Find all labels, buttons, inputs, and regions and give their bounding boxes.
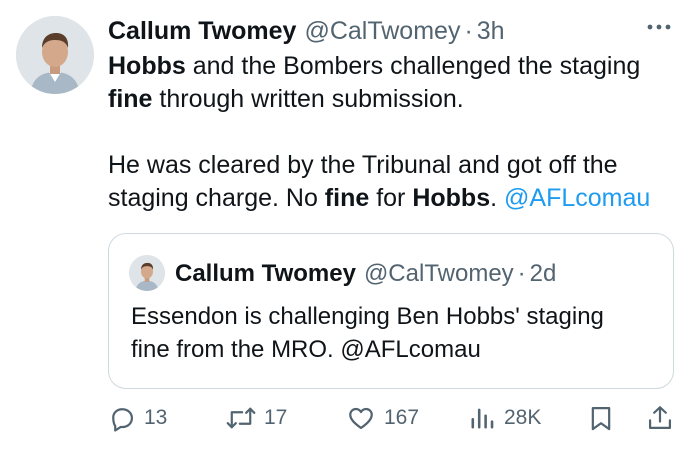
retweet-icon	[226, 407, 256, 429]
quoted-avatar-image	[129, 255, 165, 291]
share-button[interactable]	[646, 400, 674, 436]
quoted-author-handle: @CalTwomey	[363, 260, 514, 287]
text-span: and the Bombers challenged the staging	[185, 52, 641, 80]
views-icon	[471, 408, 494, 429]
text-span: staging charge. No	[108, 184, 325, 212]
text-span: .	[490, 184, 505, 212]
avatar-image	[16, 16, 94, 94]
bold-word: Hobbs	[412, 184, 491, 212]
bold-word: Hobbs	[108, 52, 186, 80]
views-button[interactable]: 28K	[468, 400, 541, 436]
quoted-avatar	[129, 255, 165, 291]
bold-word: fine	[108, 85, 153, 113]
bookmark-button[interactable]	[588, 400, 614, 436]
quoted-line-2: fine from the MRO. @AFLcomau	[131, 336, 481, 363]
reply-count: 13	[144, 406, 168, 429]
action-bar: 13 17 167 28K	[108, 400, 680, 436]
like-button[interactable]: 167	[346, 400, 419, 436]
separator-dot: ·	[464, 16, 473, 45]
share-icon	[648, 406, 672, 430]
quoted-tweet-text: Essendon is challenging Ben Hobbs' stagi…	[131, 300, 661, 366]
like-count: 167	[384, 406, 420, 429]
author-handle[interactable]: @CalTwomey	[304, 17, 460, 46]
bookmark-icon	[591, 406, 611, 431]
retweet-button[interactable]: 17	[226, 400, 287, 436]
bold-word: fine	[324, 184, 370, 212]
tweet-text: Hobbs and the Bombers challenged the sta…	[108, 50, 680, 215]
text-span: for	[369, 184, 413, 212]
reply-button[interactable]: 13	[108, 400, 167, 436]
more-icon[interactable]	[646, 18, 672, 36]
quoted-tweet[interactable]: Callum Twomey @CalTwomey · 2d Essendon i…	[108, 233, 674, 389]
view-count: 28K	[504, 406, 542, 429]
quoted-line-1: Essendon is challenging Ben Hobbs' stagi…	[131, 303, 604, 330]
separator-dot: ·	[517, 260, 526, 287]
quoted-author-name: Callum Twomey	[175, 260, 356, 287]
text-span: through written submission.	[152, 85, 464, 113]
heart-icon	[349, 407, 373, 430]
quoted-tweet-header: Callum Twomey @CalTwomey · 2d	[175, 258, 556, 290]
tweet-line-2: fine through written submission.	[108, 83, 680, 116]
avatar[interactable]	[16, 16, 94, 94]
timestamp[interactable]: 3h	[477, 17, 505, 46]
quoted-timestamp: 2d	[529, 260, 557, 287]
reply-icon	[112, 408, 134, 432]
retweet-count: 17	[264, 406, 288, 429]
tweet-line-1: Hobbs and the Bombers challenged the sta…	[108, 50, 680, 83]
tweet-line-3: He was cleared by the Tribunal and got o…	[108, 151, 618, 179]
mention-link[interactable]: @AFLcomau	[504, 184, 650, 212]
tweet-line-4: staging charge. No fine for Hobbs. @AFLc…	[108, 182, 680, 215]
author-name[interactable]: Callum Twomey	[108, 17, 296, 46]
tweet-header: Callum Twomey @CalTwomey · 3h	[108, 14, 505, 48]
